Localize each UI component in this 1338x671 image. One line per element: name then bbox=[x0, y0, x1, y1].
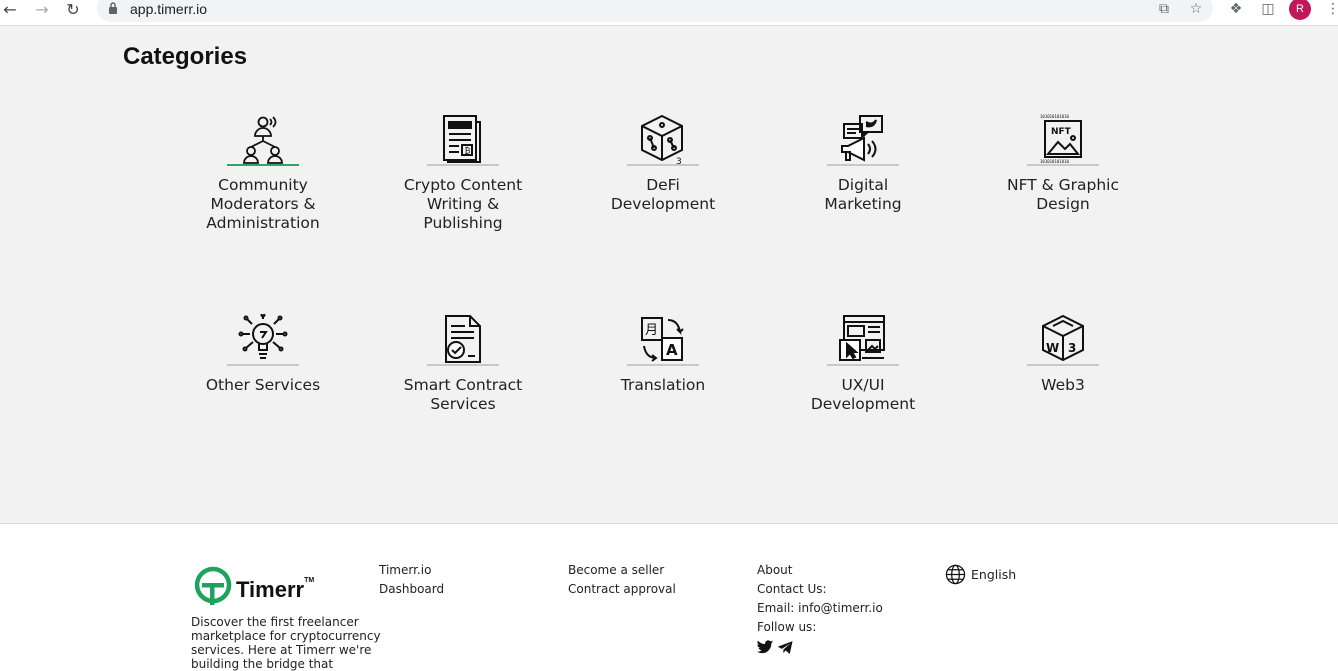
svg-text:3: 3 bbox=[1068, 341, 1076, 355]
footer-contact-label: Contact Us: bbox=[757, 582, 827, 596]
category-underline bbox=[1027, 364, 1099, 366]
svg-text:101010101010: 101010101010 bbox=[1040, 114, 1069, 119]
category-translation[interactable]: 月 A Translation bbox=[563, 310, 763, 395]
category-underline bbox=[427, 164, 499, 166]
category-underline bbox=[627, 364, 699, 366]
ui-design-icon bbox=[839, 315, 885, 361]
back-arrow-icon[interactable]: ← bbox=[0, 1, 20, 19]
language-label: English bbox=[971, 567, 1017, 582]
nft-image-icon: 101010101010 101010101010 NFT bbox=[1040, 114, 1082, 164]
categories-heading: Categories bbox=[123, 43, 248, 70]
category-label: Community Moderators & Administration bbox=[206, 176, 320, 232]
category-community[interactable]: Community Moderators & Administration bbox=[163, 110, 363, 233]
category-crypto-content[interactable]: ₿ Crypto Content Writing & Publishing bbox=[363, 110, 563, 233]
address-bar[interactable] bbox=[97, 0, 1213, 22]
category-label: UX/UI Development bbox=[810, 376, 916, 413]
category-smart-contract[interactable]: Smart Contract Services bbox=[363, 310, 563, 414]
browser-toolbar: ← → ↻ app.timerr.io ⧉ ☆ ❖ ◫ R ⋮ bbox=[0, 0, 1338, 26]
category-label: Crypto Content Writing & Publishing bbox=[403, 176, 523, 232]
category-underline bbox=[227, 164, 299, 166]
side-panel-icon[interactable]: ◫ bbox=[1259, 0, 1277, 18]
svg-text:NFT: NFT bbox=[1051, 127, 1072, 137]
svg-text:3: 3 bbox=[676, 157, 682, 164]
document-icon: ₿ bbox=[443, 115, 481, 163]
footer-link-about[interactable]: About bbox=[757, 561, 883, 580]
category-web3[interactable]: W 3 Web3 bbox=[963, 310, 1163, 395]
community-icon bbox=[243, 116, 283, 164]
translation-icon: 月 A bbox=[641, 317, 684, 362]
category-label: Web3 bbox=[1041, 376, 1085, 394]
category-label: Other Services bbox=[205, 376, 321, 394]
telegram-icon[interactable] bbox=[777, 640, 794, 655]
svg-text:A: A bbox=[666, 341, 678, 359]
footer-follow-label: Follow us: bbox=[757, 620, 817, 634]
category-underline bbox=[827, 364, 899, 366]
timerr-logo[interactable]: TimerrTM bbox=[194, 566, 314, 606]
footer-tagline: Discover the first freelancer marketplac… bbox=[191, 615, 381, 671]
footer-link-dashboard[interactable]: Dashboard bbox=[379, 580, 444, 599]
footer-links-col1: Timerr.io Dashboard bbox=[379, 561, 444, 599]
category-label: NFT & Graphic Design bbox=[1006, 176, 1120, 213]
brand-name: TimerrTM bbox=[236, 577, 315, 602]
category-label: DeFi Development bbox=[610, 176, 716, 213]
extensions-puzzle-icon[interactable]: ❖ bbox=[1227, 0, 1245, 18]
lightbulb-icon bbox=[238, 314, 288, 359]
footer-links-col2: Become a seller Contract approval bbox=[568, 561, 676, 599]
reload-icon[interactable]: ↻ bbox=[63, 1, 83, 19]
footer-link-contract-approval[interactable]: Contract approval bbox=[568, 580, 676, 599]
timerr-logo-icon bbox=[194, 566, 232, 605]
forward-arrow-icon[interactable]: → bbox=[32, 1, 52, 19]
category-digital-marketing[interactable]: Digital Marketing bbox=[763, 110, 963, 214]
megaphone-icon bbox=[841, 115, 883, 162]
web3-cube-icon: W 3 bbox=[1042, 314, 1084, 362]
profile-avatar[interactable]: R bbox=[1289, 0, 1311, 20]
footer-link-become-seller[interactable]: Become a seller bbox=[568, 561, 676, 580]
bookmark-star-icon[interactable]: ☆ bbox=[1187, 0, 1205, 18]
contract-check-icon bbox=[445, 315, 481, 363]
category-other-services[interactable]: Other Services bbox=[163, 310, 363, 395]
category-underline bbox=[627, 164, 699, 166]
footer-links-col3: About Contact Us: Email: info@timerr.io … bbox=[757, 561, 883, 637]
category-underline bbox=[1027, 164, 1099, 166]
category-underline bbox=[227, 364, 299, 366]
category-underline bbox=[827, 164, 899, 166]
category-defi[interactable]: 3 DeFi Development bbox=[563, 110, 763, 214]
defi-cube-icon: 3 bbox=[641, 114, 683, 164]
footer-email[interactable]: Email: info@timerr.io bbox=[757, 599, 883, 618]
category-underline bbox=[427, 364, 499, 366]
svg-text:101010101010: 101010101010 bbox=[1040, 159, 1069, 164]
twitter-icon[interactable] bbox=[757, 640, 774, 655]
lock-icon bbox=[109, 2, 117, 14]
menu-kebab-icon[interactable]: ⋮ bbox=[1326, 0, 1338, 18]
category-label: Translation bbox=[620, 376, 706, 394]
category-label: Smart Contract Services bbox=[403, 376, 523, 413]
svg-text:₿: ₿ bbox=[465, 147, 471, 156]
category-label: Digital Marketing bbox=[824, 176, 902, 213]
url-text[interactable]: app.timerr.io bbox=[130, 0, 207, 18]
language-selector[interactable]: English bbox=[945, 564, 1016, 585]
social-links bbox=[757, 640, 794, 655]
share-icon[interactable]: ⧉ bbox=[1155, 0, 1173, 18]
footer-link-timerr-io[interactable]: Timerr.io bbox=[379, 561, 444, 580]
svg-text:月: 月 bbox=[645, 323, 658, 338]
scrollbar[interactable] bbox=[1334, 26, 1338, 523]
globe-icon bbox=[945, 564, 966, 585]
category-ux-ui[interactable]: UX/UI Development bbox=[763, 310, 963, 414]
svg-text:W: W bbox=[1046, 341, 1059, 355]
category-nft[interactable]: 101010101010 101010101010 NFT NFT & Grap… bbox=[963, 110, 1163, 214]
